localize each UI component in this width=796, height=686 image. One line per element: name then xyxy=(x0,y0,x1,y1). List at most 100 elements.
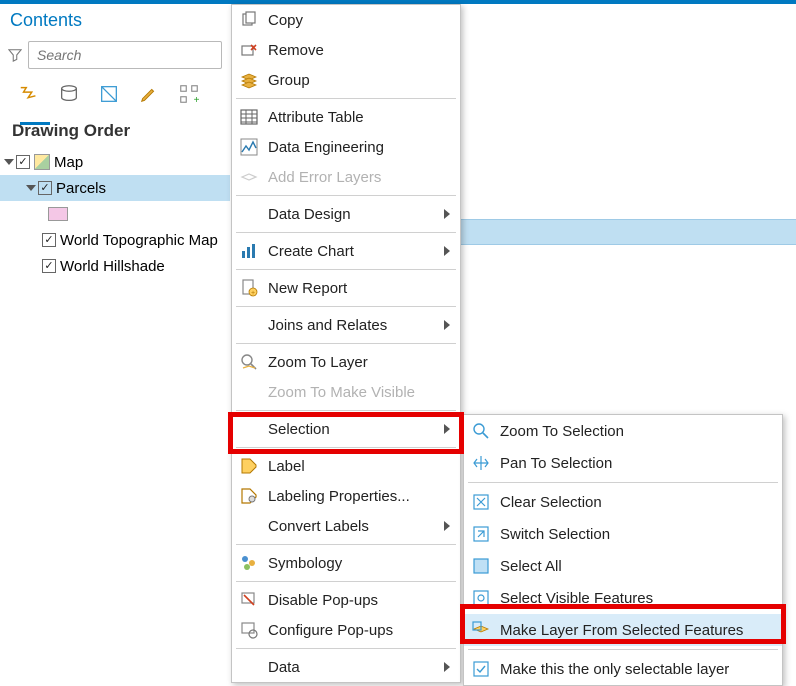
menu-symbology[interactable]: Symbology xyxy=(232,548,460,578)
tree-topo-row[interactable]: World Topographic Map xyxy=(0,227,230,253)
menu-separator xyxy=(468,482,778,483)
list-drawing-order-icon[interactable] xyxy=(16,81,42,107)
menu-joins-relates[interactable]: Joins and Relates xyxy=(232,310,460,340)
contents-panel: Contents + Drawing Order Map Parcels xyxy=(0,4,230,677)
checkbox[interactable] xyxy=(38,181,52,195)
map-label: Map xyxy=(54,154,83,171)
label-icon xyxy=(240,457,258,475)
tree-map-row[interactable]: Map xyxy=(0,149,230,175)
chart-icon xyxy=(240,242,258,260)
section-heading: Drawing Order xyxy=(0,107,230,149)
submenu-select-all[interactable]: Select All xyxy=(464,550,782,582)
menu-attribute-table-label: Attribute Table xyxy=(268,109,450,126)
submenu-make-layer-label: Make Layer From Selected Features xyxy=(500,622,772,639)
panel-toolbar: + xyxy=(0,73,230,107)
menu-new-report[interactable]: +New Report xyxy=(232,273,460,303)
submenu-only-selectable[interactable]: Make this the only selectable layer xyxy=(464,653,782,685)
topo-label: World Topographic Map xyxy=(60,232,218,249)
active-tool-underline xyxy=(20,122,50,125)
menu-add-error-layers: Add Error Layers xyxy=(232,162,460,192)
search-input[interactable] xyxy=(37,47,213,63)
menu-data-label: Data xyxy=(268,659,434,676)
menu-selection[interactable]: Selection xyxy=(232,414,460,444)
parcels-label: Parcels xyxy=(56,180,106,197)
menu-disable-popups-label: Disable Pop-ups xyxy=(268,592,450,609)
report-icon: + xyxy=(240,279,258,297)
submenu-select-visible-label: Select Visible Features xyxy=(500,590,772,607)
configure-popups-icon xyxy=(240,621,258,639)
menu-configure-popups[interactable]: Configure Pop-ups xyxy=(232,615,460,645)
menu-copy-label: Copy xyxy=(268,12,450,29)
submenu-arrow-icon xyxy=(444,246,450,256)
menu-data-engineering[interactable]: Data Engineering xyxy=(232,132,460,162)
panel-title: Contents xyxy=(0,4,230,37)
submenu-arrow-icon xyxy=(444,209,450,219)
symbol-swatch[interactable] xyxy=(48,207,68,221)
menu-separator xyxy=(236,98,456,99)
layer-context-menu: Copy Remove Group Attribute Table Data E… xyxy=(231,4,461,683)
checkbox[interactable] xyxy=(16,155,30,169)
expand-icon[interactable] xyxy=(4,159,14,165)
menu-data[interactable]: Data xyxy=(232,652,460,682)
list-snapping-icon[interactable]: + xyxy=(176,81,202,107)
submenu-pan-sel-label: Pan To Selection xyxy=(500,455,772,472)
zoom-layer-icon xyxy=(240,353,258,371)
menu-group-label: Group xyxy=(268,72,450,89)
tree-parcels-row[interactable]: Parcels xyxy=(0,175,230,201)
menu-create-chart[interactable]: Create Chart xyxy=(232,236,460,266)
menu-remove[interactable]: Remove xyxy=(232,35,460,65)
submenu-arrow-icon xyxy=(444,662,450,672)
menu-joins-relates-label: Joins and Relates xyxy=(268,317,434,334)
submenu-arrow-icon xyxy=(444,424,450,434)
copy-icon xyxy=(240,11,258,29)
menu-group[interactable]: Group xyxy=(232,65,460,95)
search-input-wrap[interactable] xyxy=(28,41,222,69)
menu-disable-popups[interactable]: Disable Pop-ups xyxy=(232,585,460,615)
submenu-make-layer[interactable]: Make Layer From Selected Features xyxy=(464,614,782,646)
menu-copy[interactable]: Copy xyxy=(232,5,460,35)
menu-zoom-visible: Zoom To Make Visible xyxy=(232,377,460,407)
filter-icon[interactable] xyxy=(8,48,22,62)
disable-popups-icon xyxy=(240,591,258,609)
submenu-pan-selection[interactable]: Pan To Selection xyxy=(464,447,782,479)
tree-hill-row[interactable]: World Hillshade xyxy=(0,253,230,279)
submenu-select-visible[interactable]: Select Visible Features xyxy=(464,582,782,614)
submenu-switch-selection[interactable]: Switch Selection xyxy=(464,518,782,550)
search-row xyxy=(0,37,230,73)
only-selectable-icon xyxy=(472,660,490,678)
select-visible-icon xyxy=(472,589,490,607)
submenu-clear-selection[interactable]: Clear Selection xyxy=(464,486,782,518)
selection-submenu: Zoom To Selection Pan To Selection Clear… xyxy=(463,414,783,686)
menu-selection-label: Selection xyxy=(268,421,434,438)
menu-separator xyxy=(236,269,456,270)
svg-text:+: + xyxy=(194,95,200,105)
menu-labeling-properties[interactable]: Labeling Properties... xyxy=(232,481,460,511)
submenu-arrow-icon xyxy=(444,320,450,330)
checkbox[interactable] xyxy=(42,233,56,247)
parcels-symbol-row[interactable] xyxy=(0,201,230,227)
menu-configure-popups-label: Configure Pop-ups xyxy=(268,622,450,639)
menu-separator xyxy=(236,648,456,649)
menu-convert-labels-label: Convert Labels xyxy=(268,518,434,535)
clear-selection-icon xyxy=(472,493,490,511)
checkbox[interactable] xyxy=(42,259,56,273)
remove-icon xyxy=(240,41,258,59)
list-selection-icon[interactable] xyxy=(96,81,122,107)
menu-zoom-layer[interactable]: Zoom To Layer xyxy=(232,347,460,377)
menu-convert-labels[interactable]: Convert Labels xyxy=(232,511,460,541)
expand-icon[interactable] xyxy=(26,185,36,191)
menu-label[interactable]: Label xyxy=(232,451,460,481)
menu-separator xyxy=(468,649,778,650)
list-source-icon[interactable] xyxy=(56,81,82,107)
group-icon xyxy=(240,71,258,89)
svg-text:+: + xyxy=(251,290,255,297)
menu-remove-label: Remove xyxy=(268,42,450,59)
menu-data-design[interactable]: Data Design xyxy=(232,199,460,229)
menu-attribute-table[interactable]: Attribute Table xyxy=(232,102,460,132)
menu-separator xyxy=(236,232,456,233)
list-editing-icon[interactable] xyxy=(136,81,162,107)
map-icon xyxy=(34,154,50,170)
hill-label: World Hillshade xyxy=(60,258,165,275)
labeling-props-icon xyxy=(240,487,258,505)
submenu-zoom-selection[interactable]: Zoom To Selection xyxy=(464,415,782,447)
